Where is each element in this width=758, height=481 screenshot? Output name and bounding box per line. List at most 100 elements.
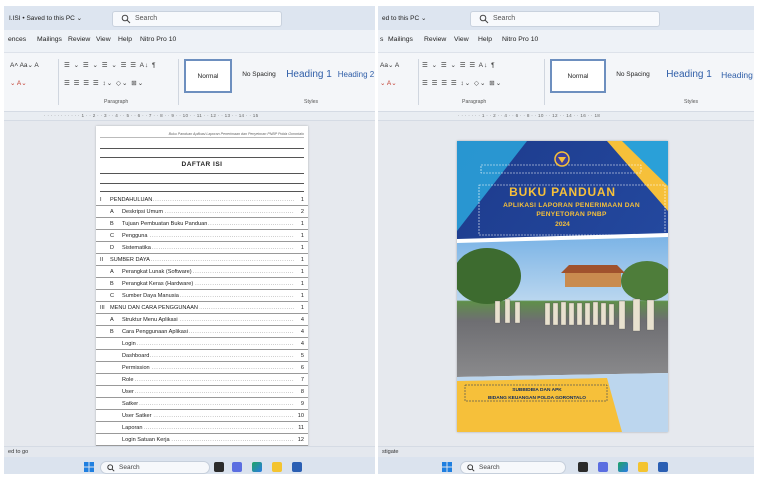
document-canvas[interactable]: Buku Panduan Aplikasi Laporan Penerimaan… [4,121,375,451]
status-bar: stigate [378,446,754,457]
document-title[interactable]: I.ISI • Saved to this PC ⌄ [9,14,82,22]
toc-row-page: 8 [300,389,304,395]
document-title[interactable]: ed to this PC ⌄ [382,14,426,22]
menu-mailings[interactable]: Mailings [37,36,62,43]
menu-help[interactable]: Help [118,36,132,43]
toc-row-page: 1 [300,233,304,239]
cover-footer-line-2: BIDANG KEUANGAN POLDA GORONTALO [487,395,587,401]
search-placeholder: Search [135,15,158,22]
group-separator [418,59,419,105]
toc-row-number: A [110,269,114,275]
toc-row-page: 1 [300,269,304,275]
group-label-styles: Styles [684,99,699,105]
toc-row-label: Pengguna [122,233,149,239]
group-separator [544,59,545,105]
style-heading-2[interactable]: Heading 2 [336,59,375,93]
ruler[interactable]: · · · · · · · 1 · · 2 · · 4 · · 6 · · 8 … [378,112,754,121]
file-explorer-icon[interactable] [638,462,648,472]
menu-view[interactable]: View [96,36,111,43]
table-rule [100,148,304,149]
status-bar: ed to go [4,446,375,457]
style-heading-1[interactable]: Heading 1 [284,59,334,93]
ruler-marks: · · · · · · · · · · · 1 · · 2 · · 3 · · … [44,113,259,118]
toc-row: ........................................… [96,230,308,242]
toc-row-number: B [110,329,114,335]
menu-references[interactable]: s [380,36,383,43]
toc-row-label: Laporan [122,425,144,431]
toc-row: ........................................… [96,194,308,206]
menu-help[interactable]: Help [478,36,492,43]
style-heading-1[interactable]: Heading 1 [660,59,718,93]
task-view-icon[interactable] [214,462,224,472]
style-normal[interactable]: Normal [550,59,606,93]
edge-icon[interactable] [618,462,628,472]
cover-footer: SUBBIDBIA DAN APK BIDANG KEUANGAN POLDA … [467,387,607,402]
menu-review[interactable]: Review [68,36,90,43]
toc-row-page: 1 [300,221,304,227]
toc-row: ........................................… [96,434,308,446]
style-no-spacing[interactable]: No Spacing [610,59,656,93]
group-separator [58,59,59,105]
toc-row-label: Struktur Menu Aplikasi [122,317,179,323]
search-icon [107,464,115,472]
menu-view[interactable]: View [454,36,469,43]
paragraph-row-2[interactable]: ☰ ☰ ☰ ☰ ↕⌄ ◇⌄ ⊞⌄ [64,79,144,87]
windows-start-icon[interactable] [442,462,452,472]
toc-row-number: D [110,245,115,251]
taskbar-search-label: Search [479,464,500,471]
paragraph-row-1[interactable]: ☰ ⌄ ☰ ⌄ ☰ ☰ A↓ ¶ [422,61,496,69]
status-text: ed to go [8,449,29,455]
toc-leader-dots: ........................................… [124,425,294,431]
windows-start-icon[interactable] [84,462,94,472]
menu-review[interactable]: Review [424,36,446,43]
toc-leader-dots: ........................................… [124,233,294,239]
toc-leader-dots: ........................................… [124,341,294,347]
teams-icon[interactable] [232,462,242,472]
paragraph-row-1[interactable]: ☰ ⌄ ☰ ⌄ ☰ ⌄ ☰ ☰ A↓ ¶ [64,61,156,69]
file-explorer-icon[interactable] [272,462,282,472]
style-no-spacing[interactable]: No Spacing [236,59,282,93]
teams-icon[interactable] [598,462,608,472]
table-rule [100,183,304,184]
font-color-controls[interactable]: ⌄ A⌄ [10,79,27,87]
search-box[interactable]: Search [470,11,660,27]
menu-references[interactable]: ences [8,36,26,43]
search-box[interactable]: Search [112,11,282,27]
style-normal[interactable]: Normal [184,59,232,93]
toc-leader-dots: ........................................… [124,389,294,395]
task-view-icon[interactable] [578,462,588,472]
taskbar-search[interactable]: Search [100,461,210,474]
font-size-controls[interactable]: Aa⌄ A [380,61,399,69]
toc-row-label: MENU DAN CARA PENGGUNAAN [110,305,199,311]
menu-mailings[interactable]: Mailings [388,36,413,43]
font-color-controls[interactable]: ⌄ A⌄ [380,79,397,87]
ruler[interactable]: · · · · · · · · · · · 1 · · 2 · · 3 · · … [4,112,375,121]
edge-icon[interactable] [252,462,262,472]
toc-row-page: 7 [300,377,304,383]
taskbar-search-label: Search [119,464,140,471]
toc-row: ........................................… [96,374,308,386]
ruler-marks: · · · · · · · 1 · · 2 · · 4 · · 6 · · 8 … [458,113,601,118]
toc-row: ........................................… [96,410,308,422]
group-label-styles: Styles [304,99,319,105]
toc-row: ........................................… [96,278,308,290]
word-icon[interactable] [658,462,668,472]
menu-bar: ences Mailings Review View Help Nitro Pr… [4,34,375,48]
table-rule [100,173,304,174]
group-label-paragraph: Paragraph [104,99,129,105]
word-icon[interactable] [292,462,302,472]
paragraph-row-2[interactable]: ☰ ☰ ☰ ☰ ↕⌄ ◇⌄ ⊞⌄ [422,79,502,87]
cover-page: BUKU PANDUAN APLIKASI LAPORAN PENERIMAAN… [457,141,668,432]
taskbar-search[interactable]: Search [460,461,566,474]
menu-nitro[interactable]: Nitro Pro 10 [502,36,538,43]
taskbar: Search [378,457,754,474]
toc-row-label: Perangkat Lunak (Software) [122,269,193,275]
toc-row-page: 11 [298,425,304,431]
menu-nitro[interactable]: Nitro Pro 10 [140,36,176,43]
font-size-controls[interactable]: A˄ Aa⌄ A [10,61,39,69]
document-canvas[interactable]: BUKU PANDUAN APLIKASI LAPORAN PENERIMAAN… [378,121,754,446]
toc-row: ........................................… [96,206,308,218]
toc-row-label: Role [122,377,135,383]
style-heading-2[interactable]: Heading [720,59,754,93]
toc-row: ........................................… [96,422,308,434]
